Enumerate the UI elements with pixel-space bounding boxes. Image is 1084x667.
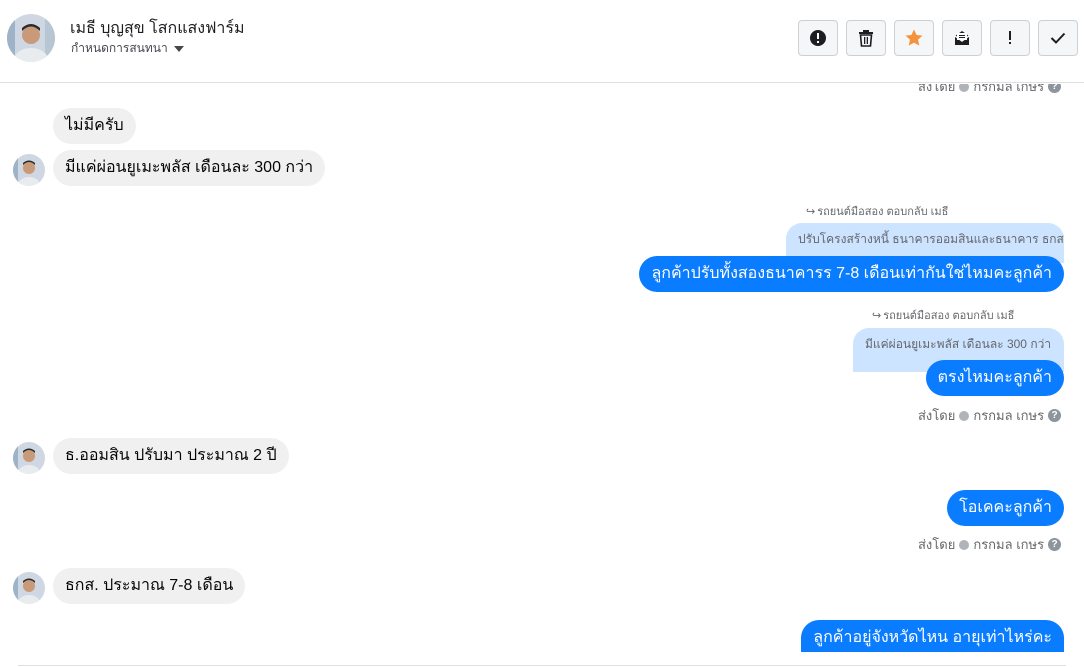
sent-by-info: ส่งโดย กรกมล เกษร ? bbox=[918, 405, 1062, 426]
done-check-icon bbox=[1050, 32, 1066, 44]
message-thread[interactable]: ส่งโดย กรกมล เกษร ? ไม่มีครับ มีแค่ผ่อนย… bbox=[0, 84, 1084, 667]
reply-label: รถยนต์มือสอง ตอบกลับ เมธี bbox=[883, 310, 1015, 322]
outgoing-message[interactable]: โอเคคะลูกค้า bbox=[947, 490, 1064, 526]
sender-avatar[interactable] bbox=[13, 442, 45, 474]
sent-check-icon bbox=[959, 410, 970, 421]
sent-by-label: ส่งโดย bbox=[918, 408, 956, 423]
flag-icon bbox=[1009, 31, 1011, 44]
sent-by-label: ส่งโดย bbox=[918, 84, 956, 94]
sent-by-agent[interactable]: กรกมล เกษร bbox=[973, 84, 1044, 97]
sent-check-icon bbox=[959, 84, 970, 92]
conversation-actions bbox=[798, 20, 1078, 56]
contact-name[interactable]: เมธี บุญสุข โสกแสงฟาร์ม bbox=[70, 16, 245, 41]
mark-done-button[interactable] bbox=[1038, 20, 1078, 56]
star-button[interactable] bbox=[894, 20, 934, 56]
reply-indicator: ↪ รถยนต์มือสอง ตอบกลับ เมธี bbox=[872, 306, 1014, 324]
contact-avatar[interactable] bbox=[7, 14, 55, 62]
delete-button[interactable] bbox=[846, 20, 886, 56]
reply-arrow-icon: ↪ bbox=[806, 205, 816, 218]
mark-unread-icon bbox=[954, 31, 970, 45]
star-icon bbox=[905, 29, 923, 46]
incoming-message[interactable]: ไม่มีครับ bbox=[53, 108, 136, 144]
help-icon[interactable]: ? bbox=[1048, 84, 1062, 93]
incoming-message[interactable]: ธกส. ประมาณ 7-8 เดือน bbox=[53, 568, 246, 604]
reply-arrow-icon: ↪ bbox=[872, 309, 882, 322]
flag-button[interactable] bbox=[990, 20, 1030, 56]
help-icon[interactable]: ? bbox=[1048, 409, 1062, 422]
sender-avatar[interactable] bbox=[13, 154, 45, 186]
assign-conversation-dropdown[interactable]: กำหนดการสนทนา bbox=[71, 39, 184, 58]
trash-icon bbox=[859, 30, 873, 47]
chevron-down-icon bbox=[173, 46, 184, 52]
reply-indicator: ↪ รถยนต์มือสอง ตอบกลับ เมธี bbox=[806, 202, 948, 220]
incoming-message[interactable]: ธ.ออมสิน ปรับมา ประมาณ 2 ปี bbox=[53, 438, 289, 474]
mark-spam-button[interactable] bbox=[798, 20, 838, 56]
incoming-message[interactable]: มีแค่ผ่อนยูเมะพลัส เดือนละ 300 กว่า bbox=[53, 150, 326, 186]
composer-divider bbox=[18, 665, 1066, 666]
sent-by-label: ส่งโดย bbox=[918, 537, 956, 552]
sender-avatar[interactable] bbox=[13, 572, 45, 604]
help-icon[interactable]: ? bbox=[1048, 538, 1062, 551]
outgoing-message[interactable]: ลูกค้าอยู่จังหวัดไหน อายุเท่าไหร่คะ bbox=[801, 620, 1064, 652]
sent-by-info: ส่งโดย กรกมล เกษร ? bbox=[918, 84, 1062, 97]
outgoing-message[interactable]: ตรงไหมคะลูกค้า bbox=[925, 360, 1064, 396]
mark-unread-button[interactable] bbox=[942, 20, 982, 56]
assign-label: กำหนดการสนทนา bbox=[71, 41, 168, 55]
reply-label: รถยนต์มือสอง ตอบกลับ เมธี bbox=[817, 206, 949, 218]
sent-check-icon bbox=[959, 539, 970, 550]
conversation-header: เมธี บุญสุข โสกแสงฟาร์ม กำหนดการสนทนา bbox=[0, 0, 1084, 83]
sent-by-info: ส่งโดย กรกมล เกษร ? bbox=[918, 534, 1062, 555]
spam-icon bbox=[810, 30, 826, 46]
sent-by-agent[interactable]: กรกมล เกษร bbox=[973, 534, 1044, 555]
outgoing-message[interactable]: ลูกค้าปรับทั้งสองธนาคารร 7-8 เดือนเท่ากั… bbox=[639, 256, 1064, 292]
sent-by-agent[interactable]: กรกมล เกษร bbox=[973, 405, 1044, 426]
